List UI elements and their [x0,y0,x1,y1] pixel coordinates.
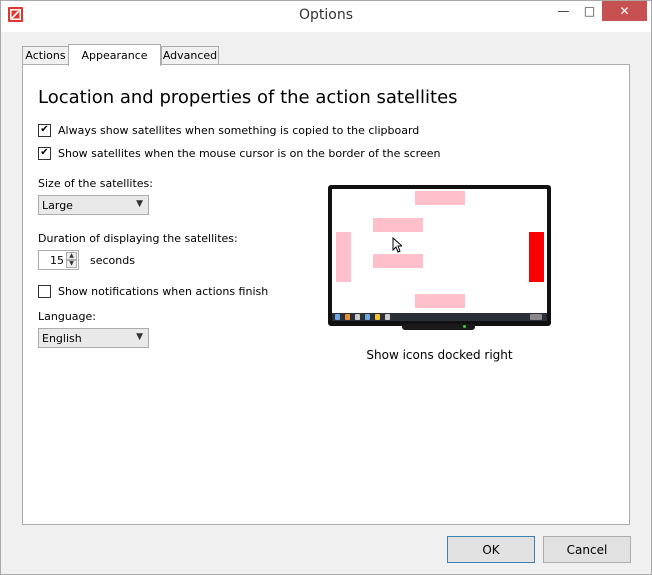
tab-appearance[interactable]: Appearance [68,44,161,66]
maximize-icon: □ [583,4,596,18]
tab-advanced[interactable]: Advanced [161,46,219,64]
show-notifications-checkbox[interactable]: Show notifications when actions finish [38,283,268,299]
cancel-button[interactable]: Cancel [543,536,631,563]
checkbox-checked[interactable]: ✔ [38,146,51,160]
start-icon [335,314,340,320]
stepper-down-icon[interactable]: ▼ [66,260,77,268]
duration-unit: seconds [90,254,135,267]
satellite-bottom [415,294,465,308]
show-on-border-checkbox[interactable]: ✔ Show satellites when the mouse cursor … [38,145,440,161]
preview-screen [332,189,547,313]
close-icon: ✕ [619,4,630,18]
ok-button[interactable]: OK [447,536,535,563]
section-heading: Location and properties of the action sa… [38,87,458,108]
checkbox-unchecked[interactable] [38,284,51,298]
size-select[interactable]: Large ▼ [38,195,149,215]
language-select[interactable]: English ▼ [38,328,149,348]
preview-taskbar [332,313,547,321]
duration-stepper[interactable]: 15 ▲ ▼ [38,250,79,270]
taskbar-app-icon [385,314,390,320]
options-window: Options — □ ✕ Actions Appearance Advance… [0,0,652,575]
mouse-cursor-icon [392,237,402,253]
satellite-center-bottom [373,254,423,268]
taskbar-app-icon [365,314,370,320]
stepper-up-icon[interactable]: ▲ [66,252,77,260]
checkbox-checked[interactable]: ✔ [38,123,51,137]
satellite-right-active [529,232,544,282]
always-show-satellites-checkbox[interactable]: ✔ Always show satellites when something … [38,122,419,138]
preview-caption: Show icons docked right [366,348,513,362]
tab-actions[interactable]: Actions [22,46,69,64]
close-button[interactable]: ✕ [602,1,647,21]
monitor-preview [328,185,551,326]
duration-label: Duration of displaying the satellites: [38,232,238,245]
language-label: Language: [38,310,96,323]
taskbar-app-icon [375,314,380,320]
minimize-icon: — [557,4,570,18]
title-bar: Options — □ ✕ [1,1,651,32]
chevron-down-icon: ▼ [136,332,143,342]
appearance-panel: Location and properties of the action sa… [22,64,630,525]
maximize-button[interactable]: □ [577,1,602,21]
taskbar-app-icon [345,314,350,320]
taskbar-app-icon [355,314,360,320]
duration-value: 15 [50,254,64,267]
minimize-button[interactable]: — [550,1,577,21]
clock-icon [530,314,542,320]
power-led-icon [463,325,466,328]
satellite-center-top [373,218,423,232]
satellite-left [336,232,351,282]
size-label: Size of the satellites: [38,177,153,190]
satellite-top [415,191,465,205]
chevron-down-icon: ▼ [136,199,143,209]
